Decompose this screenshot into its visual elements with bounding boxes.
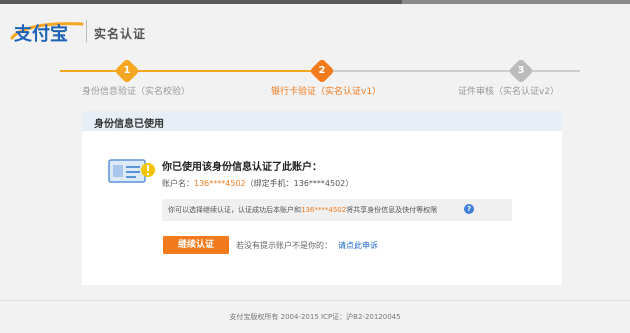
alipay-logo[interactable]: 支付宝 — [8, 16, 88, 46]
step-line-2 — [126, 70, 322, 72]
appeal-link[interactable]: 请点此申诉 — [338, 241, 378, 250]
account-value: 136****4502 — [194, 179, 246, 188]
step-2-marker: 2 — [309, 58, 335, 84]
note-part-1: 你可以选择继续认证，认证成功后本账户和 — [168, 206, 301, 214]
account-info: 账户名：136****4502（绑定手机：136****4502） — [162, 178, 353, 189]
appeal-hint-text: 若没有提示账户不是你的： — [236, 241, 332, 250]
footer-copyright: 支付宝版权所有 2004-2015 ICP证：沪B2-20120045 — [229, 313, 401, 321]
appeal-hint: 若没有提示账户不是你的： 请点此申诉 — [236, 240, 378, 251]
share-notice: 你可以选择继续认证，认证成功后本账户和136****4502将共享身份信息及快付… — [162, 199, 512, 221]
step-1-label: 身份信息验证（实名校验） — [82, 87, 191, 97]
note-account: 136****4502 — [301, 206, 347, 214]
step-3-label: 证件审核（实名认证v2） — [458, 87, 560, 97]
progress-steps: 1 2 3 身份信息验证（实名校验） 银行卡验证（实名认证v1） 证件审核（实名… — [60, 58, 580, 102]
step-1-number: 1 — [123, 65, 131, 76]
step-3-number: 3 — [517, 65, 525, 76]
step-3-marker: 3 — [508, 58, 534, 84]
footer-divider — [0, 300, 630, 301]
panel-header: 身份信息已使用 — [82, 111, 562, 131]
note-part-2: 将共享身份信息及快付等权限 — [346, 206, 438, 214]
logo-text: 支付宝 — [13, 23, 68, 45]
id-card-warning-icon — [108, 159, 155, 183]
share-notice-text: 你可以选择继续认证，认证成功后本账户和136****4502将共享身份信息及快付… — [168, 205, 437, 215]
header: 支付宝 实名认证 — [0, 4, 630, 56]
step-2-number: 2 — [318, 65, 326, 76]
phone-value: 136****4502） — [293, 179, 354, 188]
panel-title: 身份信息已使用 — [94, 119, 164, 130]
step-1-marker: 1 — [114, 58, 140, 84]
help-icon[interactable]: ? — [464, 204, 474, 214]
account-label: 账户名： — [162, 179, 194, 188]
step-line-3 — [322, 70, 518, 72]
phone-label: （绑定手机： — [245, 179, 294, 188]
identity-panel: 身份信息已使用 — [82, 111, 562, 285]
message-title: 你已使用该身份信息认证了此账户： — [162, 162, 322, 173]
continue-verification-button[interactable]: 继续认证 — [163, 236, 229, 254]
page-title: 实名认证 — [94, 27, 147, 41]
step-2-label: 银行卡验证（实名认证v1） — [271, 87, 382, 97]
header-divider — [86, 20, 87, 42]
